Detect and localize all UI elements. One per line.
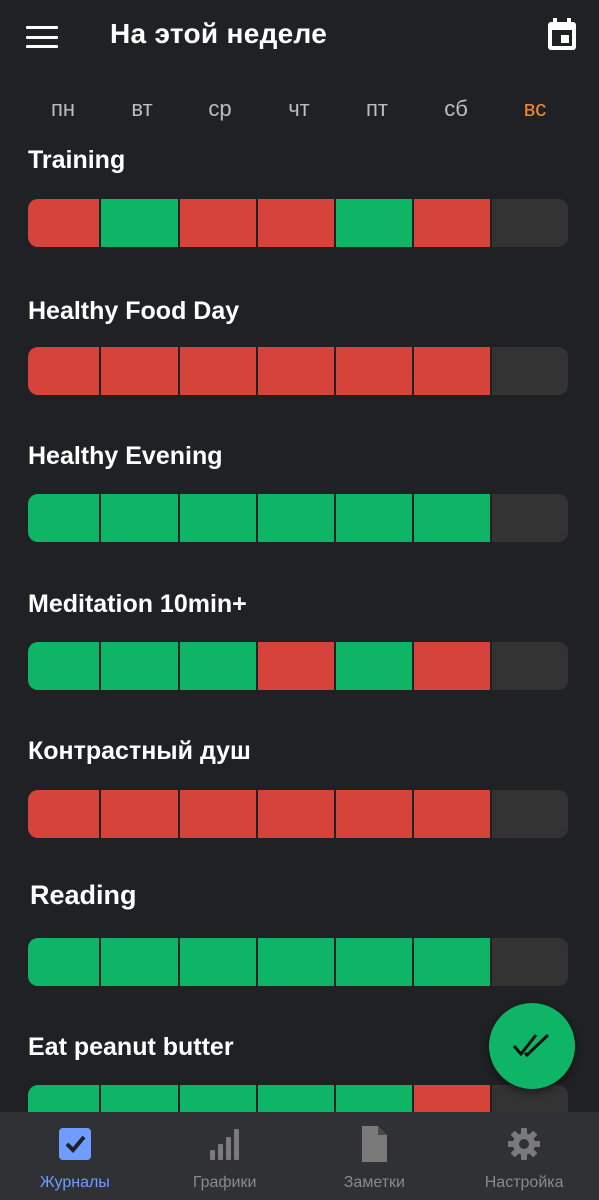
day-cell-missed[interactable] [28,199,101,247]
day-cell-missed[interactable] [180,790,258,838]
weekday-label: пн [50,96,76,121]
day-cell-done[interactable] [258,494,336,542]
weekday-header: пн вт ср чт пт сб вс [0,88,599,130]
habit-week-bar [28,938,568,986]
habit-list[interactable]: Training Healthy Food Day Healthy Evenin… [0,130,599,1112]
habit-title: Reading [30,880,137,910]
nav-label: Журналы [39,1174,110,1191]
day-cell-missed[interactable] [28,790,101,838]
day-cell-missed[interactable] [414,199,492,247]
habit-week-bar [28,790,568,838]
habit-title: Healthy Evening [28,442,223,470]
day-cell-done[interactable] [28,494,101,542]
day-cell-done[interactable] [101,1085,180,1112]
day-cell-done[interactable] [101,199,180,247]
nav-item-notes[interactable]: Заметки [300,1112,450,1200]
day-cell-missed[interactable] [28,347,101,395]
habit-week-bar [28,494,568,542]
day-cell-done[interactable] [180,642,258,690]
day-cell-missed[interactable] [258,347,336,395]
day-cell-empty[interactable] [492,642,568,690]
day-cell-done[interactable] [28,938,101,986]
day-cell-done[interactable] [336,1085,414,1112]
day-cell-missed[interactable] [414,1085,492,1112]
day-cell-done[interactable] [180,1085,258,1112]
nav-label: Заметки [343,1174,405,1191]
nav-label: Настройка [484,1174,564,1191]
day-cell-done[interactable] [101,642,180,690]
weekday-label: сб [444,96,468,121]
day-cell-missed[interactable] [414,347,492,395]
day-cell-empty[interactable] [492,938,568,986]
day-cell-missed[interactable] [180,199,258,247]
day-cell-done[interactable] [258,938,336,986]
day-cell-empty[interactable] [492,347,568,395]
habit-week-bar [28,642,568,690]
day-cell-empty[interactable] [492,1085,568,1112]
day-cell-missed[interactable] [180,347,258,395]
day-cell-missed[interactable] [414,642,492,690]
day-cell-empty[interactable] [492,199,568,247]
day-cell-missed[interactable] [258,642,336,690]
day-cell-done[interactable] [28,642,101,690]
hamburger-menu-icon[interactable] [24,22,60,52]
nav-item-settings[interactable]: Настройка [449,1112,599,1200]
day-cell-done[interactable] [258,1085,336,1112]
day-cell-done[interactable] [180,494,258,542]
day-cell-done[interactable] [28,1085,101,1112]
habit-title: Meditation 10min+ [28,590,247,618]
day-cell-empty[interactable] [492,494,568,542]
gear-icon [504,1124,544,1164]
day-cell-empty[interactable] [492,790,568,838]
weekday-label-today: вс [523,96,547,121]
weekday-label: пт [366,96,388,121]
day-cell-missed[interactable] [414,790,492,838]
page-title: На этой неделе [110,18,328,49]
day-cell-done[interactable] [336,199,414,247]
day-cell-missed[interactable] [101,347,180,395]
double-check-icon [512,1033,550,1058]
bottom-navigation: Журналы Графики Заметки Настройка [0,1112,599,1200]
checkbox-icon [55,1124,95,1164]
note-icon [354,1124,394,1164]
habit-week-bar [28,199,568,247]
day-cell-missed[interactable] [101,790,180,838]
day-cell-done[interactable] [180,938,258,986]
habit-title: Healthy Food Day [28,297,240,325]
weekday-label: ср [208,96,232,121]
day-cell-done[interactable] [336,494,414,542]
nav-item-journals[interactable]: Журналы [0,1112,150,1200]
day-cell-done[interactable] [101,494,180,542]
bar-chart-icon [205,1124,245,1164]
weekday-label: вт [131,96,153,121]
day-cell-done[interactable] [336,938,414,986]
check-all-fab[interactable] [489,1003,575,1089]
nav-item-charts[interactable]: Графики [150,1112,300,1200]
habit-title: Eat peanut butter [28,1033,234,1061]
habit-week-bar [28,347,568,395]
habit-title: Контрастный душ [28,737,251,765]
calendar-icon[interactable] [546,18,578,52]
weekday-label: чт [288,96,310,121]
day-cell-done[interactable] [414,494,492,542]
day-cell-missed[interactable] [336,790,414,838]
day-cell-missed[interactable] [258,199,336,247]
day-cell-done[interactable] [101,938,180,986]
day-cell-missed[interactable] [336,347,414,395]
habit-week-bar [28,1085,568,1112]
app-bar: На этой неделе [0,0,599,78]
day-cell-missed[interactable] [258,790,336,838]
habit-title: Training [28,146,126,174]
day-cell-done[interactable] [336,642,414,690]
nav-label: Графики [192,1174,257,1191]
day-cell-done[interactable] [414,938,492,986]
